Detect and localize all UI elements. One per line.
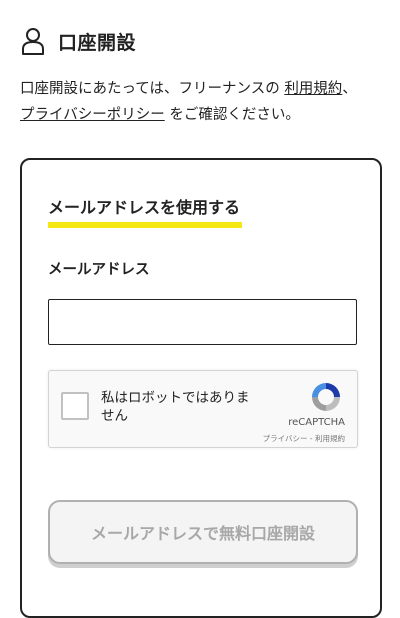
page-header: 口座開設 [20,26,136,56]
section-title: メールアドレスを使用する [48,198,243,228]
page-title: 口座開設 [58,31,137,54]
submit-button[interactable]: メールアドレスで無料口座開設 [48,500,358,564]
signup-card: メールアドレスを使用する メールアドレス 私はロボットではありません reCAP… [20,158,382,618]
person-icon [22,28,44,55]
intro-text-part: 口座開設にあたっては、フリーナンスの [20,81,285,97]
recaptcha-terms-link[interactable]: プライバシー - 利用規約 [263,433,345,444]
recaptcha-checkbox[interactable] [61,392,89,420]
terms-link[interactable]: 利用規約 [284,81,342,97]
intro-text: 口座開設にあたっては、フリーナンスの 利用規約、プライバシーポリシー をご確認く… [20,76,385,128]
recaptcha-logo-icon [312,383,340,411]
intro-text-part: をご確認ください。 [164,107,300,123]
privacy-policy-link[interactable]: プライバシーポリシー [20,107,165,123]
recaptcha-brand: reCAPTCHA [288,417,345,428]
intro-text-part: 、 [342,81,357,97]
email-label: メールアドレス [48,262,150,278]
email-input[interactable] [48,299,357,345]
recaptcha-label: 私はロボットではありません [101,390,250,424]
recaptcha-widget: 私はロボットではありません reCAPTCHA プライバシー - 利用規約 [48,370,358,448]
